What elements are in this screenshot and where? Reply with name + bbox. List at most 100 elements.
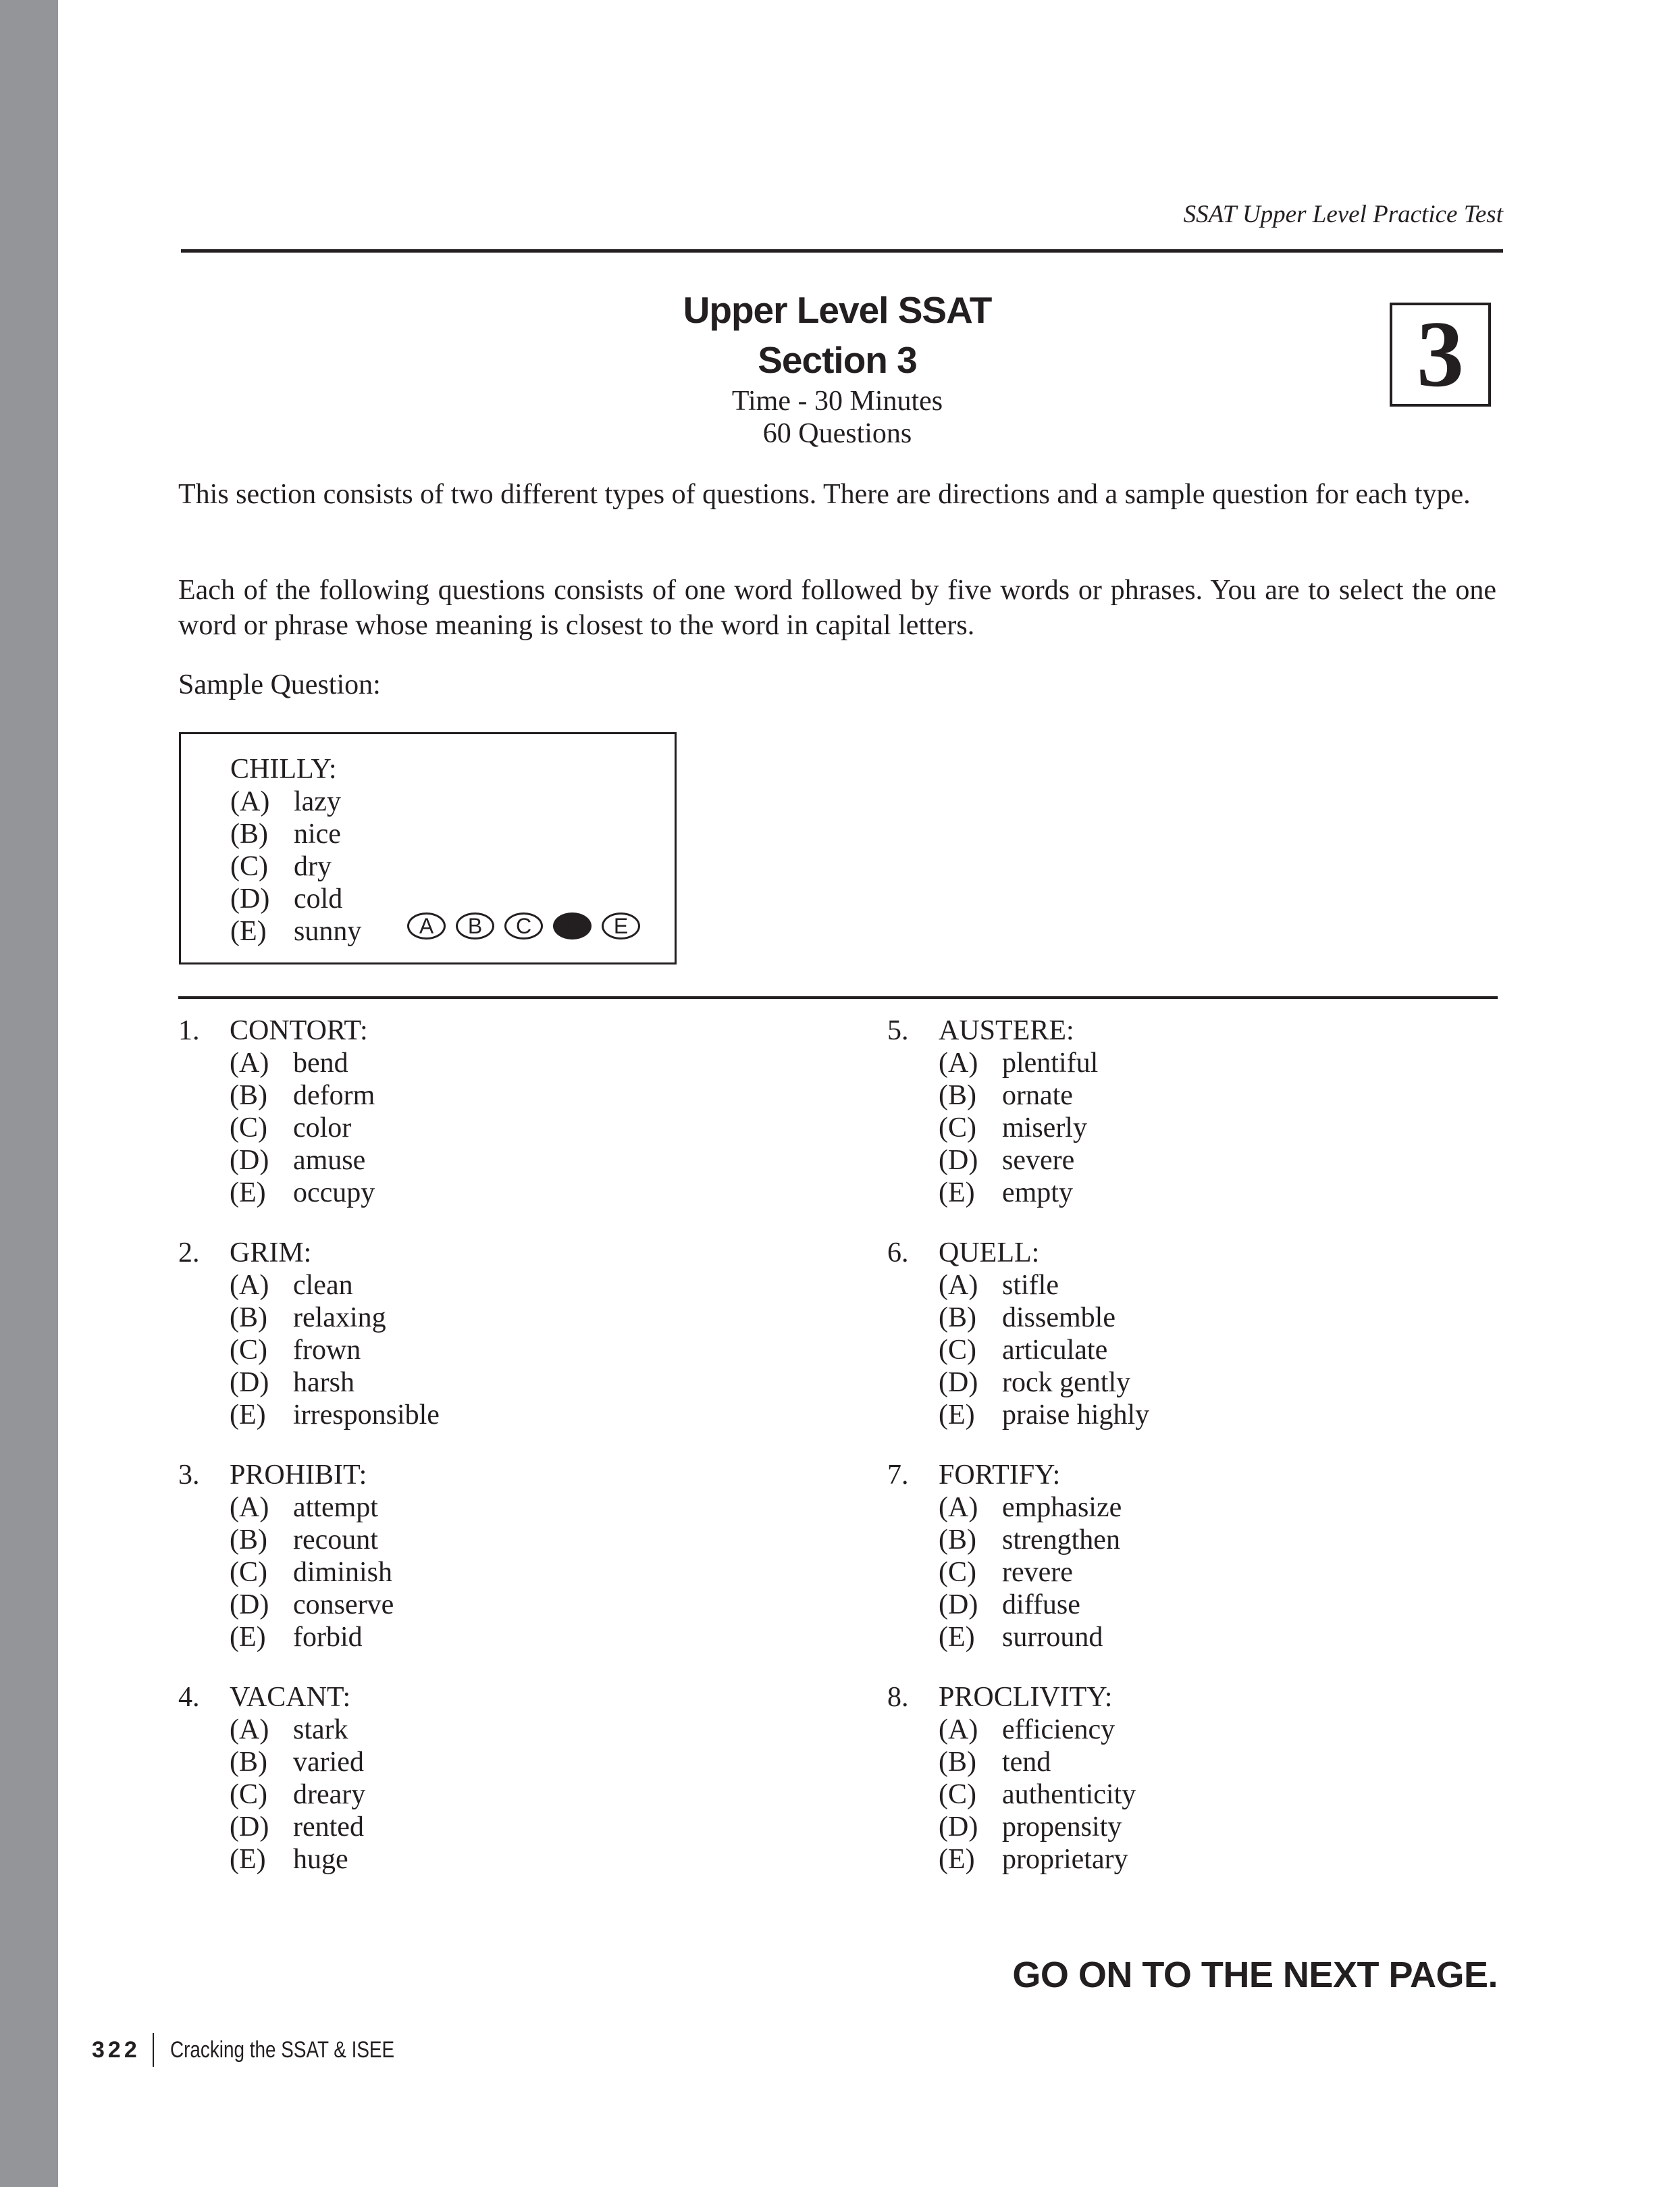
choice-letter: (D) (939, 1589, 978, 1620)
answer-choice: (E) occupy (230, 1177, 375, 1209)
choice-text: efficiency (1002, 1714, 1115, 1745)
choice-letter: (E) (939, 1177, 975, 1208)
choice-text: miserly (1002, 1112, 1087, 1143)
question-stem: VACANT: (230, 1682, 351, 1713)
choice-text: diminish (293, 1557, 393, 1588)
answer-choice: (B) relaxing (230, 1302, 440, 1334)
choice-text: forbid (293, 1622, 363, 1653)
choice-text: nice (294, 819, 341, 850)
choice-letter: (A) (230, 786, 270, 817)
question-item: 1. CONTORT: (A) bend (B) deform (C) color (D) amu… (178, 1014, 375, 1209)
question-choices: (A) efficiency (B) tend (C) authenticity (D) pr… (939, 1714, 1136, 1876)
choice-letter: (B) (939, 1747, 976, 1778)
question-number: 5. (887, 1015, 909, 1046)
choice-text: surround (1002, 1622, 1103, 1653)
choice-text: color (293, 1112, 352, 1143)
choice-letter: (A) (939, 1048, 978, 1079)
answer-choice: (D) amuse (230, 1144, 375, 1177)
choice-text: occupy (293, 1177, 375, 1208)
choice-letter: (D) (230, 1811, 269, 1843)
answer-choice: (E) praise highly (939, 1399, 1149, 1431)
question-head: 3. PROHIBIT: (178, 1459, 394, 1491)
choice-text: diffuse (1002, 1589, 1080, 1620)
choice-letter: (D) (230, 1367, 269, 1398)
choice-letter: (D) (939, 1811, 978, 1843)
running-head: SSAT Upper Level Practice Test (1183, 201, 1503, 228)
question-head: 1. CONTORT: (178, 1014, 375, 1047)
question-item: 5. AUSTERE: (A) plentiful (B) ornate (C) miserl… (887, 1014, 1098, 1209)
choice-letter: (A) (230, 1714, 269, 1745)
answer-choice: (C) articulate (939, 1334, 1149, 1366)
question-stem: QUELL: (939, 1237, 1040, 1268)
footer-separator (152, 2033, 154, 2067)
sample-choice: (B) nice (230, 818, 361, 850)
question-item: 4. VACANT: (A) stark (B) varied (C) dreary (D) re… (178, 1681, 365, 1876)
question-item: 2. GRIM: (A) clean (B) relaxing (C) frown (D) har… (178, 1237, 440, 1431)
answer-choice: (D) propensity (939, 1811, 1136, 1843)
choice-letter: (A) (939, 1492, 978, 1523)
answer-choice: (A) clean (230, 1269, 440, 1302)
choice-letter: (C) (230, 1779, 267, 1810)
sample-choice: (E) sunny (230, 915, 361, 948)
sample-stem: CHILLY: (230, 754, 337, 785)
sample-choice: (C) dry (230, 850, 361, 883)
choice-letter: (D) (230, 1145, 269, 1176)
choice-text: rock gently (1002, 1367, 1131, 1398)
question-stem: FORTIFY: (939, 1460, 1061, 1491)
question-head: 2. GRIM: (178, 1237, 440, 1269)
answer-choice: (A) emphasize (939, 1491, 1122, 1524)
choice-letter: (A) (939, 1270, 978, 1301)
choice-letter: (C) (230, 851, 268, 882)
go-on-instruction: GO ON TO THE NEXT PAGE. (1012, 1955, 1498, 1995)
choice-letter: (E) (939, 1399, 975, 1431)
choice-text: irresponsible (293, 1399, 440, 1431)
answer-choice: (A) efficiency (939, 1714, 1136, 1746)
choice-text: severe (1002, 1145, 1075, 1176)
choice-text: dreary (293, 1779, 366, 1810)
question-stem: GRIM: (230, 1237, 312, 1268)
answer-choice: (E) huge (230, 1843, 365, 1876)
choice-text: articulate (1002, 1335, 1108, 1366)
choice-letter: (E) (939, 1844, 975, 1875)
test-title: Upper Level SSAT (683, 289, 993, 331)
answer-choice: (C) miserly (939, 1112, 1098, 1144)
question-head: 6. QUELL: (887, 1237, 1149, 1269)
directions-paragraph: Each of the following questions consists… (178, 575, 1496, 641)
choice-letter: (B) (939, 1080, 976, 1111)
question-item: 7. FORTIFY: (A) emphasize (B) strengthen (C) re… (887, 1459, 1122, 1653)
page-edge-gutter (0, 0, 58, 2187)
answer-choice: (C) dreary (230, 1778, 365, 1811)
answer-choice: (A) stark (230, 1714, 365, 1746)
question-item: 6. QUELL: (A) stifle (B) dissemble (C) articula… (887, 1237, 1149, 1431)
question-stem: CONTORT: (230, 1015, 368, 1046)
choice-text: strengthen (1002, 1524, 1120, 1555)
answer-choice: (C) color (230, 1112, 375, 1144)
choice-text: sunny (294, 916, 362, 947)
question-number: 8. (887, 1682, 909, 1713)
answer-choice: (D) harsh (230, 1366, 440, 1399)
answer-choice: (C) authenticity (939, 1778, 1136, 1811)
question-item: 8. PROCLIVITY: (A) efficiency (B) tend (C) auth… (887, 1681, 1136, 1876)
choice-letter: (E) (230, 1177, 266, 1208)
choice-letter: (B) (230, 1524, 267, 1555)
answer-bubble-e: E (602, 912, 640, 940)
question-head: 8. PROCLIVITY: (887, 1681, 1136, 1714)
choice-text: huge (293, 1844, 348, 1875)
choice-text: plentiful (1002, 1048, 1099, 1079)
section-title-block: Upper Level SSAT Section 3 Time - 30 Min… (608, 285, 1067, 450)
question-choices: (A) stifle (B) dissemble (C) articulate (D) roc… (939, 1269, 1149, 1431)
question-choices: (A) bend (B) deform (C) color (D) amuse (E) occup… (230, 1047, 375, 1209)
choice-letter: (B) (230, 1747, 267, 1778)
page-number: 322 (92, 2036, 140, 2063)
answer-choice: (D) severe (939, 1144, 1098, 1177)
choice-text: amuse (293, 1145, 366, 1176)
answer-choice: (E) forbid (230, 1621, 394, 1653)
sample-label: Sample Question: (178, 669, 381, 700)
answer-choice: (C) frown (230, 1334, 440, 1366)
choice-letter: (D) (230, 883, 270, 915)
question-stem: PROCLIVITY: (939, 1682, 1113, 1713)
choice-letter: (C) (230, 1557, 267, 1588)
choice-letter: (B) (939, 1302, 976, 1333)
choice-text: conserve (293, 1589, 394, 1620)
answer-choice: (D) diffuse (939, 1589, 1122, 1621)
